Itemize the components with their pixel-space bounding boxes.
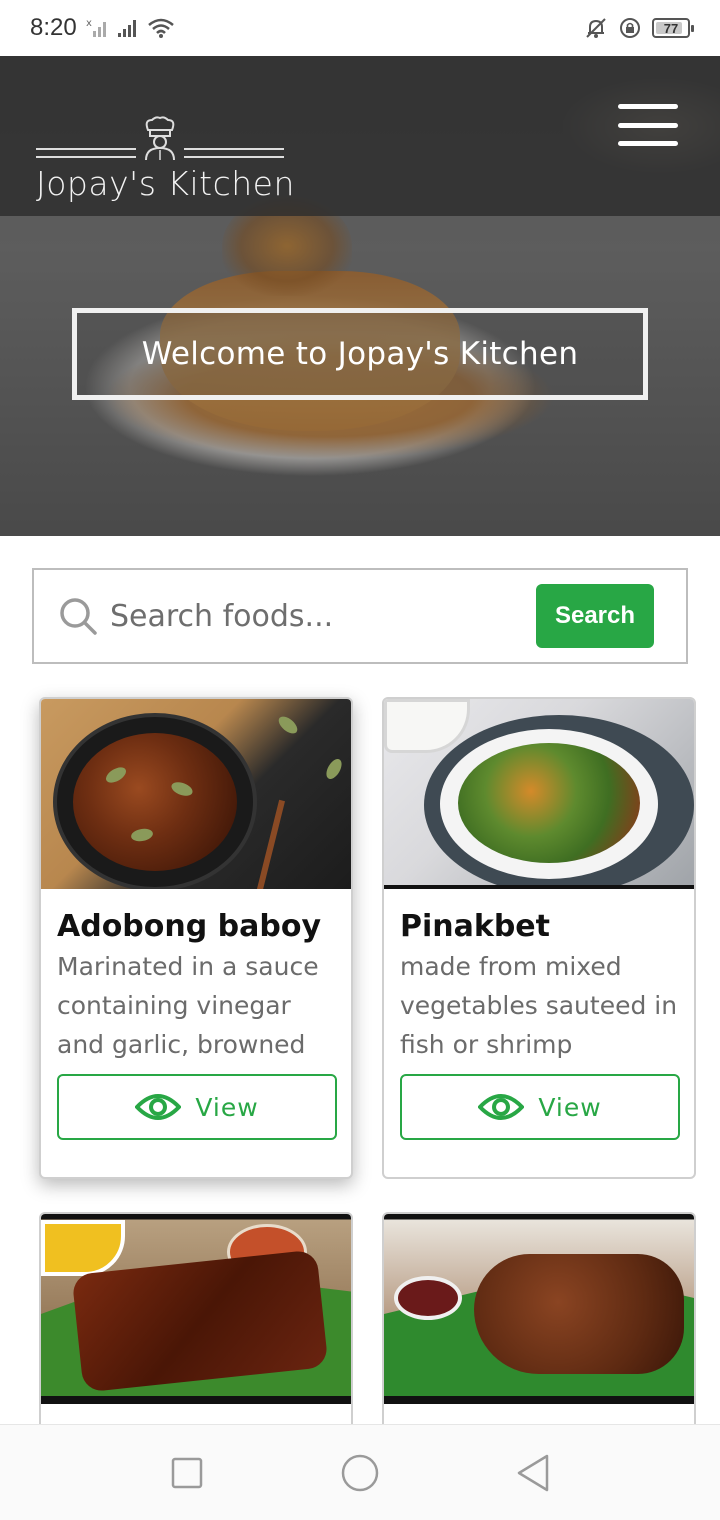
status-right: 77 bbox=[584, 16, 694, 40]
home-icon[interactable] bbox=[330, 1443, 390, 1503]
welcome-text: Welcome to Jopay's Kitchen bbox=[141, 336, 579, 372]
status-left: 8:20 x bbox=[30, 14, 175, 42]
search-icon bbox=[60, 598, 97, 635]
top-nav-bar: Jopay's Kitchen bbox=[0, 56, 720, 216]
svg-text:x: x bbox=[86, 18, 92, 29]
food-title: Pinakbet bbox=[400, 909, 550, 944]
logo-line-left bbox=[36, 148, 136, 158]
food-card-adobong-baboy[interactable]: Adobong baboy Marinated in a sauce conta… bbox=[39, 697, 353, 1179]
eye-icon bbox=[135, 1094, 182, 1120]
system-nav-bar bbox=[0, 1424, 720, 1520]
view-button[interactable]: View bbox=[400, 1074, 680, 1140]
recent-apps-icon[interactable] bbox=[157, 1443, 217, 1503]
lock-rotation-icon bbox=[620, 18, 640, 38]
chef-icon bbox=[145, 116, 175, 160]
search-button[interactable]: Search bbox=[536, 584, 654, 648]
back-icon[interactable] bbox=[503, 1443, 563, 1503]
brand-logo[interactable]: Jopay's Kitchen bbox=[36, 88, 294, 203]
view-button-label: View bbox=[538, 1092, 602, 1122]
eye-icon bbox=[478, 1094, 525, 1120]
search-bar: Search bbox=[32, 568, 688, 664]
food-title: Adobong baboy bbox=[57, 909, 322, 944]
battery-icon: 77 bbox=[652, 18, 694, 38]
bell-off-icon bbox=[586, 18, 606, 38]
search-input[interactable] bbox=[110, 598, 536, 634]
status-time: 8:20 bbox=[30, 14, 77, 41]
brand-name: Jopay's Kitchen bbox=[36, 164, 295, 203]
welcome-banner: Welcome to Jopay's Kitchen bbox=[72, 308, 648, 400]
view-button-label: View bbox=[195, 1092, 259, 1122]
battery-percent: 77 bbox=[663, 20, 679, 36]
food-card-pinakbet[interactable]: Pinakbet made from mixed vegetables saut… bbox=[382, 697, 696, 1179]
status-bar: 8:20 x 77 bbox=[0, 0, 720, 56]
food-description: made from mixed vegetables sauteed in fi… bbox=[400, 952, 678, 1059]
food-image-4 bbox=[384, 1214, 694, 1404]
view-button[interactable]: View bbox=[57, 1074, 337, 1140]
food-image-3 bbox=[41, 1214, 351, 1404]
logo-line-right bbox=[184, 148, 284, 158]
signal-x-icon: x bbox=[86, 18, 106, 37]
hamburger-menu-icon[interactable] bbox=[618, 104, 678, 146]
wifi-icon bbox=[147, 18, 174, 38]
food-image-pinakbet bbox=[384, 699, 694, 889]
food-description: Marinated in a sauce containing vinegar … bbox=[57, 952, 319, 1059]
signal-icon bbox=[117, 20, 136, 37]
hero-banner: Jopay's Kitchen Welcome to Jopay's Kitch… bbox=[0, 56, 720, 536]
food-image-adobong-baboy bbox=[41, 699, 351, 889]
